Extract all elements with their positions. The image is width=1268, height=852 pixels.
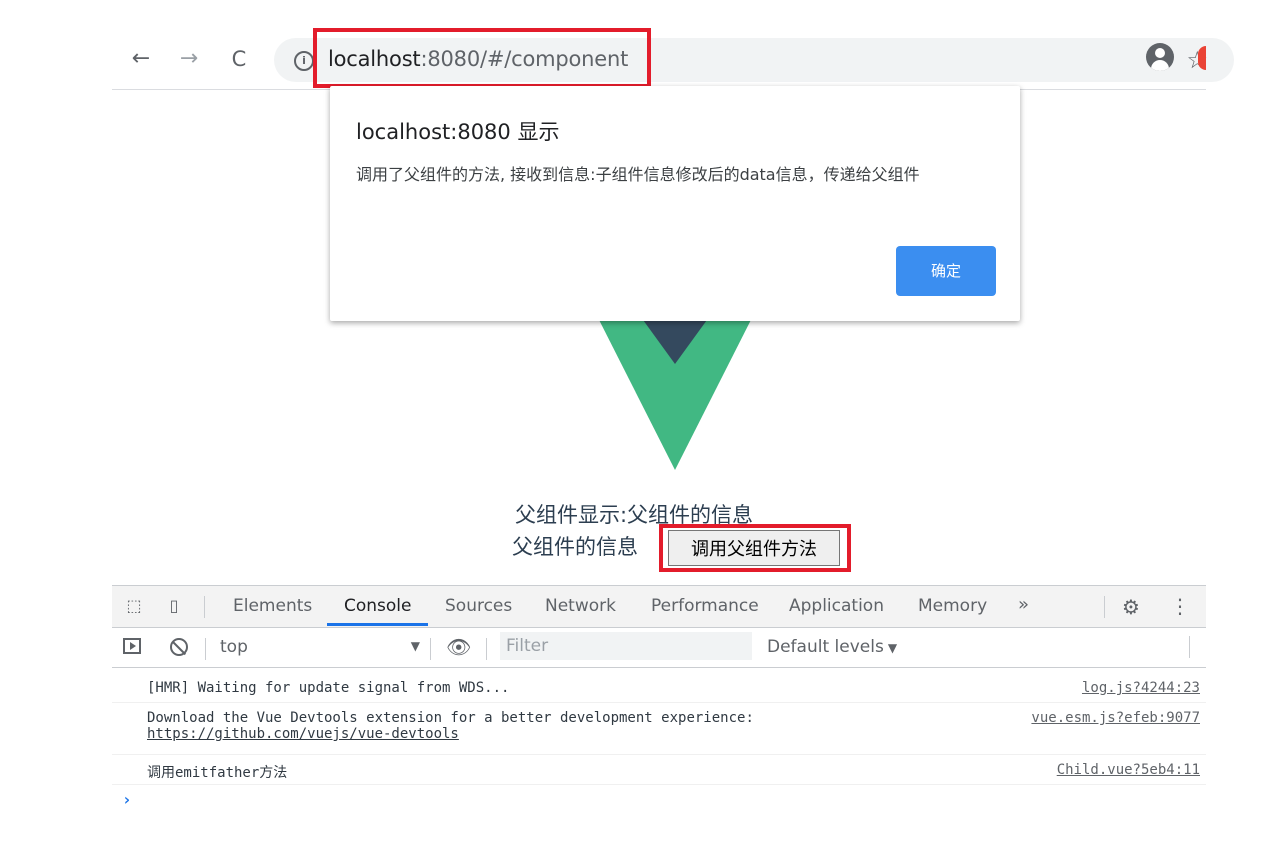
console-prompt-icon[interactable]: ›: [122, 790, 132, 809]
tab-performance[interactable]: Performance: [651, 596, 759, 616]
alert-message: 调用了父组件的方法, 接收到信息:子组件信息修改后的data信息，传递给父组件: [356, 165, 920, 184]
log-levels-label: Default levels: [767, 637, 884, 657]
vue-logo: [590, 302, 760, 470]
url-highlight-box: [313, 28, 651, 88]
live-expression-eye-icon[interactable]: 👁: [446, 635, 471, 659]
console-message-text: Download the Vue Devtools extension for …: [147, 710, 754, 742]
extension-icon[interactable]: [1198, 46, 1206, 70]
active-tab-indicator: [327, 623, 428, 626]
console-source-link[interactable]: Child.vue?5eb4:11: [1057, 762, 1200, 778]
parent-info-text: 父组件的信息: [512, 535, 638, 559]
filter-separator: [486, 638, 487, 660]
forward-arrow-icon[interactable]: →: [174, 44, 204, 74]
tab-elements[interactable]: Elements: [233, 596, 312, 616]
console-message: [HMR] Waiting for update signal from WDS…: [112, 672, 1206, 703]
log-levels-dropdown[interactable]: Default levels ▼: [767, 637, 897, 657]
browser-toolbar: ← → C i localhost:8080/#/component ☆: [112, 36, 1234, 88]
console-message: 调用emitfather方法 Child.vue?5eb4:11: [112, 754, 1206, 785]
tab-separator: [204, 596, 205, 618]
reload-icon[interactable]: C: [224, 44, 254, 74]
console-message-text: 调用emitfather方法: [147, 765, 288, 781]
console-url-link[interactable]: https://github.com/vuejs/vue-devtools: [147, 726, 459, 742]
show-sidebar-icon[interactable]: [123, 638, 141, 654]
context-value: top: [220, 637, 248, 657]
back-arrow-icon[interactable]: ←: [126, 44, 156, 74]
console-message-text: [HMR] Waiting for update signal from WDS…: [147, 680, 510, 696]
filter-separator: [430, 638, 431, 660]
parent-display-text: 父组件显示:父组件的信息: [514, 503, 754, 527]
alert-ok-button[interactable]: 确定: [896, 246, 996, 296]
console-message: Download the Vue Devtools extension for …: [112, 702, 1206, 755]
inspect-element-icon[interactable]: ⬚: [124, 596, 144, 616]
console-source-link[interactable]: log.js?4244:23: [1082, 680, 1200, 696]
filter-separator: [1189, 636, 1190, 658]
settings-gear-icon[interactable]: ⚙: [1122, 595, 1140, 619]
context-selector[interactable]: top ▼: [220, 637, 420, 657]
console-message-body: Download the Vue Devtools extension for …: [147, 710, 754, 726]
tab-sources[interactable]: Sources: [445, 596, 512, 616]
more-tabs-icon[interactable]: »: [1018, 594, 1029, 615]
button-highlight-box: [659, 524, 851, 572]
tab-application[interactable]: Application: [789, 596, 884, 616]
filter-separator: [205, 638, 206, 660]
tab-memory[interactable]: Memory: [918, 596, 987, 616]
alert-title: localhost:8080 显示: [356, 120, 560, 144]
kebab-menu-icon[interactable]: ⋮: [1170, 594, 1190, 618]
alert-dialog: localhost:8080 显示 调用了父组件的方法, 接收到信息:子组件信息…: [330, 86, 1020, 321]
avatar-head: [1155, 48, 1165, 58]
site-info-icon[interactable]: i: [294, 51, 314, 71]
tab-console[interactable]: Console: [344, 596, 412, 616]
tab-network[interactable]: Network: [545, 596, 616, 616]
dropdown-caret-icon: ▼: [887, 641, 898, 655]
console-source-link[interactable]: vue.esm.js?efeb:9077: [1031, 710, 1200, 726]
devtools-tab-bar: ⬚ ▯ Elements Console Sources Network Per…: [112, 585, 1206, 628]
tab-separator: [1104, 596, 1105, 618]
console-filter-bar: top ▼ 👁 Default levels▼: [112, 628, 1206, 668]
console-filter-input[interactable]: [500, 632, 752, 660]
device-toolbar-icon[interactable]: ▯: [164, 596, 184, 616]
profile-avatar-icon[interactable]: [1146, 43, 1174, 71]
dropdown-caret-icon: ▼: [410, 639, 420, 653]
clear-console-icon[interactable]: [170, 638, 188, 656]
avatar-body: [1151, 60, 1169, 71]
